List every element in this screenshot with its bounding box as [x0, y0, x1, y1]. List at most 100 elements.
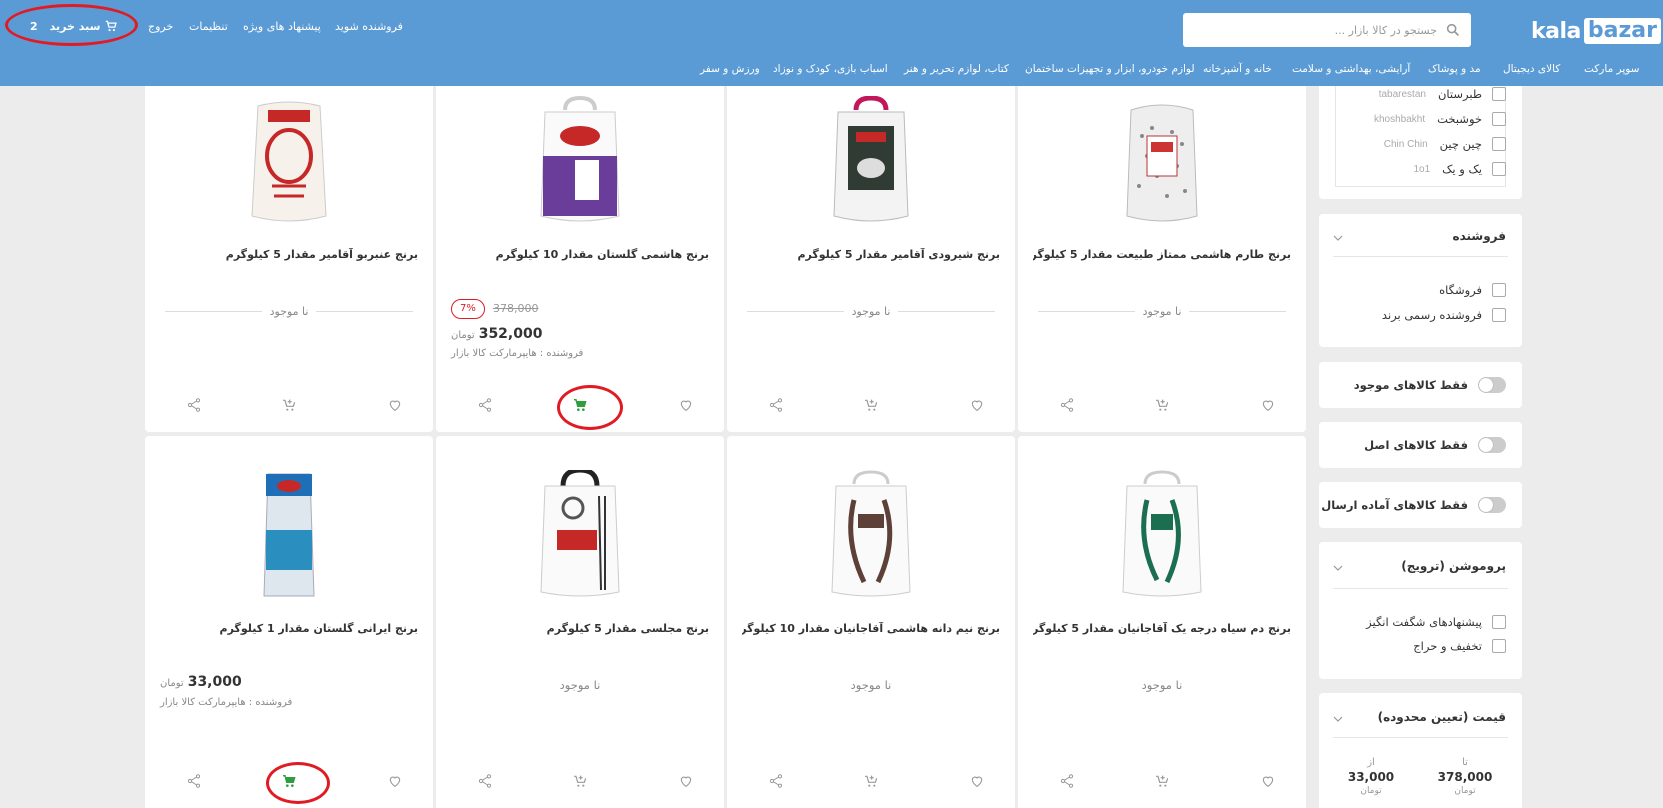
heart-icon[interactable]	[387, 397, 403, 413]
product-title[interactable]: برنج ایرانی گلستان مقدار 1 کیلوگرم	[160, 622, 418, 635]
share-icon[interactable]	[477, 397, 493, 413]
chevron-down-icon[interactable]	[1333, 563, 1343, 573]
checkbox[interactable]	[1492, 283, 1506, 297]
checkbox[interactable]	[1492, 87, 1506, 101]
seller-option-official-brand[interactable]: فروشنده رسمی برند	[1382, 307, 1506, 323]
product-card[interactable]: برنج عنبربو آقامیر مقدار 5 کیلوگرم نا مو…	[145, 86, 433, 432]
search-input[interactable]	[1193, 23, 1437, 37]
product-image[interactable]	[535, 96, 625, 226]
share-icon[interactable]	[186, 773, 202, 789]
nav-settings-link[interactable]: تنظیمات	[189, 17, 228, 35]
brand-option-1o1[interactable]: یک و یک 1o1	[1413, 161, 1506, 177]
header: kala bazar فروشنده شوید پیشنهاد های ویژه…	[0, 0, 1663, 86]
checkbox[interactable]	[1492, 639, 1506, 653]
card-actions	[727, 773, 1015, 793]
checkbox[interactable]	[1492, 162, 1506, 176]
cart-count: 2	[30, 19, 38, 33]
add-to-cart-icon[interactable]	[1154, 773, 1170, 789]
add-to-cart-icon[interactable]	[1154, 397, 1170, 413]
chevron-down-icon[interactable]	[1333, 233, 1343, 243]
heart-icon[interactable]	[678, 773, 694, 789]
product-title[interactable]: برنج مجلسی مقدار 5 کیلوگرم	[451, 622, 709, 635]
product-card[interactable]: برنج نیم دانه هاشمی آقاجانیان مقدار 10 ک…	[727, 436, 1015, 808]
brand-option-tabarestan[interactable]: طبرستان tabarestan	[1379, 86, 1506, 102]
product-image[interactable]	[244, 470, 334, 600]
seller-option-store[interactable]: فروشگاه	[1439, 282, 1506, 298]
cart-icon[interactable]	[281, 773, 297, 789]
add-to-cart-icon[interactable]	[863, 773, 879, 789]
product-card[interactable]: برنج طارم هاشمی ممتاز طبیعت مقدار 5 کیلو…	[1018, 86, 1306, 432]
nav-seller-link[interactable]: فروشنده شوید	[335, 17, 403, 35]
heart-icon[interactable]	[1260, 397, 1276, 413]
toggle-original[interactable]: فقط کالاهای اصل	[1364, 437, 1506, 453]
product-image[interactable]	[826, 470, 916, 600]
share-icon[interactable]	[1059, 773, 1075, 789]
checkbox[interactable]	[1492, 615, 1506, 629]
add-to-cart-icon[interactable]	[863, 397, 879, 413]
category-books-art[interactable]: کتاب، لوازم تحریر و هنر	[904, 63, 1009, 79]
brand-option-khoshbakht[interactable]: خوشبخت khoshbakht	[1374, 111, 1506, 127]
toggle-in-stock[interactable]: فقط کالاهای موجود	[1354, 377, 1506, 393]
nav-offers-link[interactable]: پیشنهاد های ویژه	[243, 17, 321, 35]
product-image[interactable]	[1117, 96, 1207, 226]
product-card[interactable]: برنج دم سیاه درجه یک آقاجانیان مقدار 5 ک…	[1018, 436, 1306, 808]
heart-icon[interactable]	[969, 397, 985, 413]
toggle-switch[interactable]	[1478, 497, 1506, 513]
heart-icon[interactable]	[678, 397, 694, 413]
brand-option-chinchin[interactable]: چین چین Chin Chin	[1384, 136, 1506, 152]
promo-option-amazing-offers[interactable]: پیشنهادهای شگفت انگیز	[1366, 614, 1506, 630]
product-image[interactable]	[244, 96, 334, 226]
chevron-down-icon[interactable]	[1333, 714, 1343, 724]
checkbox[interactable]	[1492, 112, 1506, 126]
add-to-cart-icon[interactable]	[572, 773, 588, 789]
cart-button[interactable]: 2 سبد خرید	[27, 16, 141, 36]
cart-icon	[105, 20, 117, 32]
checkbox[interactable]	[1492, 137, 1506, 151]
product-title[interactable]: برنج طارم هاشمی ممتاز طبیعت مقدار 5 کیلو…	[1033, 248, 1291, 261]
add-to-cart-icon[interactable]	[281, 397, 297, 413]
nav-logout-link[interactable]: خروج	[148, 17, 173, 35]
category-beauty-health[interactable]: آرایشی، بهداشتی و سلامت	[1292, 63, 1410, 79]
price-filter-title[interactable]: قیمت (تعیین محدوده)	[1378, 710, 1506, 724]
product-title[interactable]: برنج هاشمی گلستان مقدار 10 کیلوگرم	[451, 248, 709, 261]
category-toys-kids[interactable]: اسباب بازی، کودک و نوزاد	[773, 63, 888, 79]
share-icon[interactable]	[768, 397, 784, 413]
toggle-box-original: فقط کالاهای اصل	[1319, 422, 1522, 468]
heart-icon[interactable]	[969, 773, 985, 789]
category-sports-travel[interactable]: ورزش و سفر	[700, 63, 760, 79]
promo-option-discount-sale[interactable]: تخفیف و حراج	[1413, 638, 1506, 654]
toggle-switch[interactable]	[1478, 437, 1506, 453]
product-title[interactable]: برنج نیم دانه هاشمی آقاجانیان مقدار 10 ک…	[742, 622, 1000, 635]
share-icon[interactable]	[477, 773, 493, 789]
product-card[interactable]: برنج هاشمی گلستان مقدار 10 کیلوگرم 7% 37…	[436, 86, 724, 432]
product-card[interactable]: برنج ایرانی گلستان مقدار 1 کیلوگرم تومان…	[145, 436, 433, 808]
share-icon[interactable]	[186, 397, 202, 413]
product-card[interactable]: برنج مجلسی مقدار 5 کیلوگرم نا موجود	[436, 436, 724, 808]
checkbox[interactable]	[1492, 308, 1506, 322]
share-icon[interactable]	[768, 773, 784, 789]
category-digital[interactable]: کالای دیجیتال	[1503, 63, 1560, 79]
product-card[interactable]: برنج شیرودی آقامیر مقدار 5 کیلوگرم نا مو…	[727, 86, 1015, 432]
kalabazar-logo[interactable]: kala bazar	[1531, 18, 1661, 44]
product-image[interactable]	[535, 470, 625, 600]
category-supermarket[interactable]: سوپر مارکت	[1584, 63, 1639, 79]
product-price: تومان 33,000	[160, 674, 242, 690]
product-image[interactable]	[826, 96, 916, 226]
heart-icon[interactable]	[387, 773, 403, 789]
category-auto-tools[interactable]: لوازم خودرو، ابزار و تجهیزات ساختمان	[1025, 63, 1195, 79]
out-of-stock-label: نا موجود	[1038, 304, 1286, 318]
cart-icon[interactable]	[572, 397, 588, 413]
search-icon[interactable]	[1445, 22, 1461, 38]
product-image[interactable]	[1117, 470, 1207, 600]
promotion-filter-title[interactable]: پروموشن (ترویج)	[1401, 559, 1506, 573]
product-title[interactable]: برنج عنبربو آقامیر مقدار 5 کیلوگرم	[160, 248, 418, 261]
category-home-kitchen[interactable]: خانه و آشپزخانه	[1203, 63, 1272, 79]
product-title[interactable]: برنج دم سیاه درجه یک آقاجانیان مقدار 5 ک…	[1033, 622, 1291, 635]
toggle-switch[interactable]	[1478, 377, 1506, 393]
seller-filter-title[interactable]: فروشنده	[1453, 229, 1507, 243]
category-fashion[interactable]: مد و پوشاک	[1428, 63, 1481, 79]
toggle-ready-to-ship[interactable]: فقط کالاهای آماده ارسال	[1321, 497, 1506, 513]
product-title[interactable]: برنج شیرودی آقامیر مقدار 5 کیلوگرم	[742, 248, 1000, 261]
heart-icon[interactable]	[1260, 773, 1276, 789]
share-icon[interactable]	[1059, 397, 1075, 413]
